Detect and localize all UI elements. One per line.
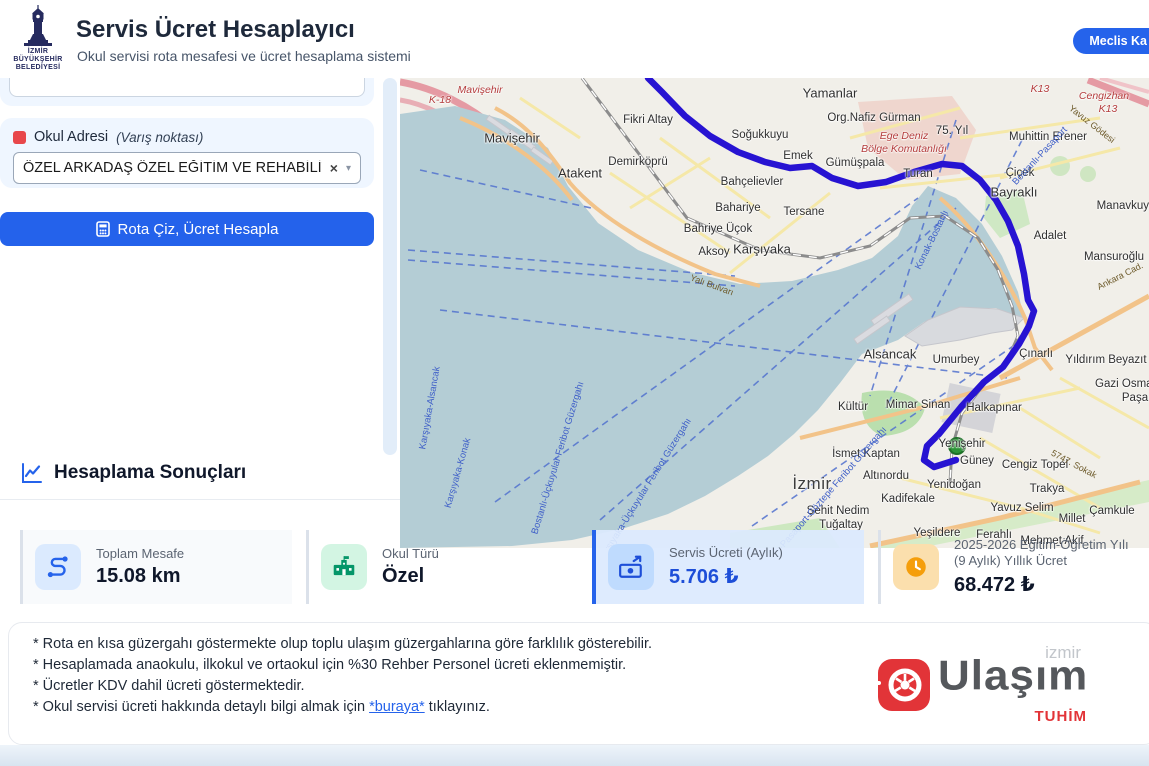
money-icon <box>618 554 644 580</box>
card-value: 68.472 ₺ <box>954 572 1140 597</box>
card-value: 5.706 ₺ <box>669 564 783 589</box>
card-label: 2025-2026 Eğitim-Öğretim Yılı (9 Aylık) … <box>954 537 1140 569</box>
school-icon <box>331 554 357 580</box>
destination-marker <box>949 438 965 454</box>
calculator-icon <box>96 221 110 237</box>
chevron-down-icon[interactable]: ▾ <box>346 163 351 174</box>
page: MavişehirAtakentFikri AltayDemirköprüSoğ… <box>0 0 1149 766</box>
results-header: Hesaplama Sonuçları <box>20 461 246 485</box>
note-line: * Ücretler KDV dahil ücreti göstermekted… <box>33 676 652 697</box>
logo-text: BÜYÜKŞEHİR <box>8 56 68 64</box>
results-title: Hesaplama Sonuçları <box>54 462 246 484</box>
result-card-monthly-fee: Servis Ücreti (Aylık) 5.706 ₺ <box>592 530 864 604</box>
map-canvas <box>400 78 1149 548</box>
park <box>1080 166 1096 182</box>
school-address-hint: (Varış noktası) <box>116 130 203 145</box>
sidebar: Okul Adresi (Varış noktası) ÖZEL ARKADAŞ… <box>0 78 380 478</box>
note-line: * Okul servisi ücreti hakkında detaylı b… <box>33 697 652 718</box>
result-card-school-type: Okul Türü Özel <box>306 530 578 604</box>
note-link-pre: * Okul servisi ücreti hakkında detaylı b… <box>33 699 369 715</box>
result-card-yearly-fee: 2025-2026 Eğitim-Öğretim Yılı (9 Aylık) … <box>878 530 1140 604</box>
ulasim-region: izmir <box>1045 643 1081 663</box>
card-value: Özel <box>382 565 439 588</box>
sidebar-scrollbar[interactable] <box>383 78 397 455</box>
note-line: * Hesaplamada anaokulu, ilkokul ve ortao… <box>33 655 652 676</box>
municipality-logo: İZMİR BÜYÜKŞEHİR BELEDİYESİ <box>8 4 68 72</box>
card-label: Okul Türü <box>382 546 439 562</box>
clock-tower-icon <box>20 4 56 48</box>
route-icon <box>45 554 71 580</box>
ulasim-sub: TUHİM <box>1035 708 1088 725</box>
school-select-value: ÖZEL ARKADAŞ ÖZEL EĞİTİM VE REHABİLİTAS.… <box>23 160 322 176</box>
chart-icon <box>20 461 44 485</box>
result-card-total-distance: Toplam Mesafe 15.08 km <box>20 530 292 604</box>
page-subtitle: Okul servisi rota mesafesi ve ücret hesa… <box>77 48 411 64</box>
ulasim-wheel-icon <box>872 657 930 715</box>
card-value: 15.08 km <box>96 565 184 588</box>
school-select[interactable]: ÖZEL ARKADAŞ ÖZEL EĞİTİM VE REHABİLİTAS.… <box>13 152 361 184</box>
logo-text: BELEDİYESİ <box>8 64 68 72</box>
logo-text: İZMİR <box>8 48 68 56</box>
bottom-strip <box>0 745 1149 766</box>
card-label: Servis Ücreti (Aylık) <box>669 545 783 561</box>
school-address-card: Okul Adresi (Varış noktası) ÖZEL ARKADAŞ… <box>0 118 374 188</box>
school-address-label: Okul Adresi <box>34 129 108 145</box>
buraya-link[interactable]: *buraya* <box>369 699 425 715</box>
map[interactable]: MavişehirAtakentFikri AltayDemirköprüSoğ… <box>400 78 1149 548</box>
header: İZMİR BÜYÜKŞEHİR BELEDİYESİ Servis Ücret… <box>0 0 1149 78</box>
clear-icon[interactable]: × <box>330 160 338 176</box>
page-title: Servis Ücret Hesaplayıcı <box>76 16 355 44</box>
note-link-post: tıklayınız. <box>425 699 490 715</box>
meclis-button[interactable]: Meclis Ka <box>1073 28 1149 54</box>
ulasim-logo: Ulaşım izmir TUHİM <box>872 649 1087 721</box>
calculate-route-label: Rota Çiz, Ücret Hesapla <box>118 221 279 238</box>
note-line: * Rota en kısa güzergahı göstermekte olu… <box>33 634 652 655</box>
notes: * Rota en kısa güzergahı göstermekte olu… <box>33 634 652 718</box>
clock-icon <box>903 554 929 580</box>
footer-notes-card: * Rota en kısa güzergahı göstermekte olu… <box>8 622 1149 745</box>
card-label: Toplam Mesafe <box>96 546 184 562</box>
destination-marker-icon <box>13 131 26 144</box>
calculate-route-button[interactable]: Rota Çiz, Ücret Hesapla <box>0 212 374 246</box>
